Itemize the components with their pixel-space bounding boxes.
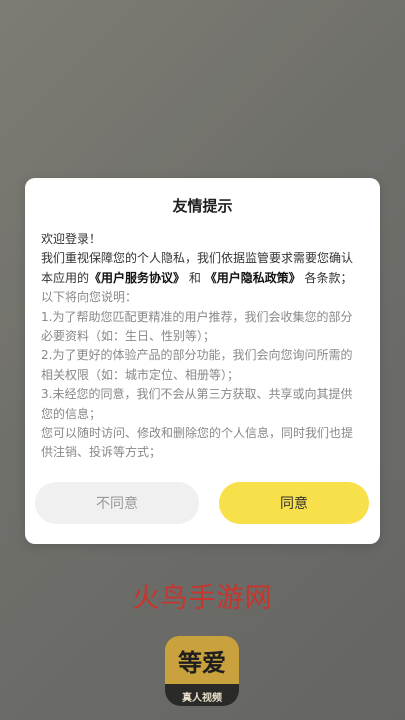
logo-name: 等爱 <box>165 636 239 684</box>
agree-button[interactable]: 同意 <box>219 482 369 524</box>
dialog-title: 友情提示 <box>172 197 233 215</box>
privacy-dialog: 友情提示 欢迎登录！ 我们重视保障您的个人隐私，我们依据监管要求需要您确认本应用… <box>25 178 380 544</box>
greeting-text: 欢迎登录！ <box>41 232 102 246</box>
intro-suffix: 各条款； <box>304 270 353 285</box>
point-1: 1.为了帮助您匹配更精准的用户推荐，我们会收集您的部分必要资料（如：生日、性别等… <box>41 309 353 344</box>
dialog-body: 欢迎登录！ 我们重视保障您的个人隐私，我们依据监管要求需要您确认本应用的《用户服… <box>41 230 364 463</box>
and-text: 和 <box>188 270 201 285</box>
disagree-button[interactable]: 不同意 <box>35 482 199 524</box>
privacy-policy-link[interactable]: 《用户隐私政策》 <box>205 271 301 285</box>
rights-text: 您可以随时访问、修改和删除您的个人信息，同时我们也提供注销、投诉等方式； <box>41 426 354 460</box>
app-logo: 等爱 真人视频 <box>165 636 239 706</box>
explain-header: 以下将向您说明： <box>41 290 138 305</box>
watermark-text: 火鸟手游网 <box>132 583 273 614</box>
logo-subtitle: 真人视频 <box>182 693 222 704</box>
point-2: 2.为了更好的体验产品的部分功能，我们会向您询问所需的相关权限（如：城市定位、相… <box>41 348 353 382</box>
user-agreement-link[interactable]: 《用户服务协议》 <box>89 271 185 285</box>
intro-paragraph: 我们重视保障您的个人隐私，我们依据监管要求需要您确认本应用的《用户服务协议》 和… <box>41 249 364 288</box>
point-3: 3.未经您的同意，我们不会从第三方获取、共享或向其提供您的信息； <box>41 387 353 421</box>
